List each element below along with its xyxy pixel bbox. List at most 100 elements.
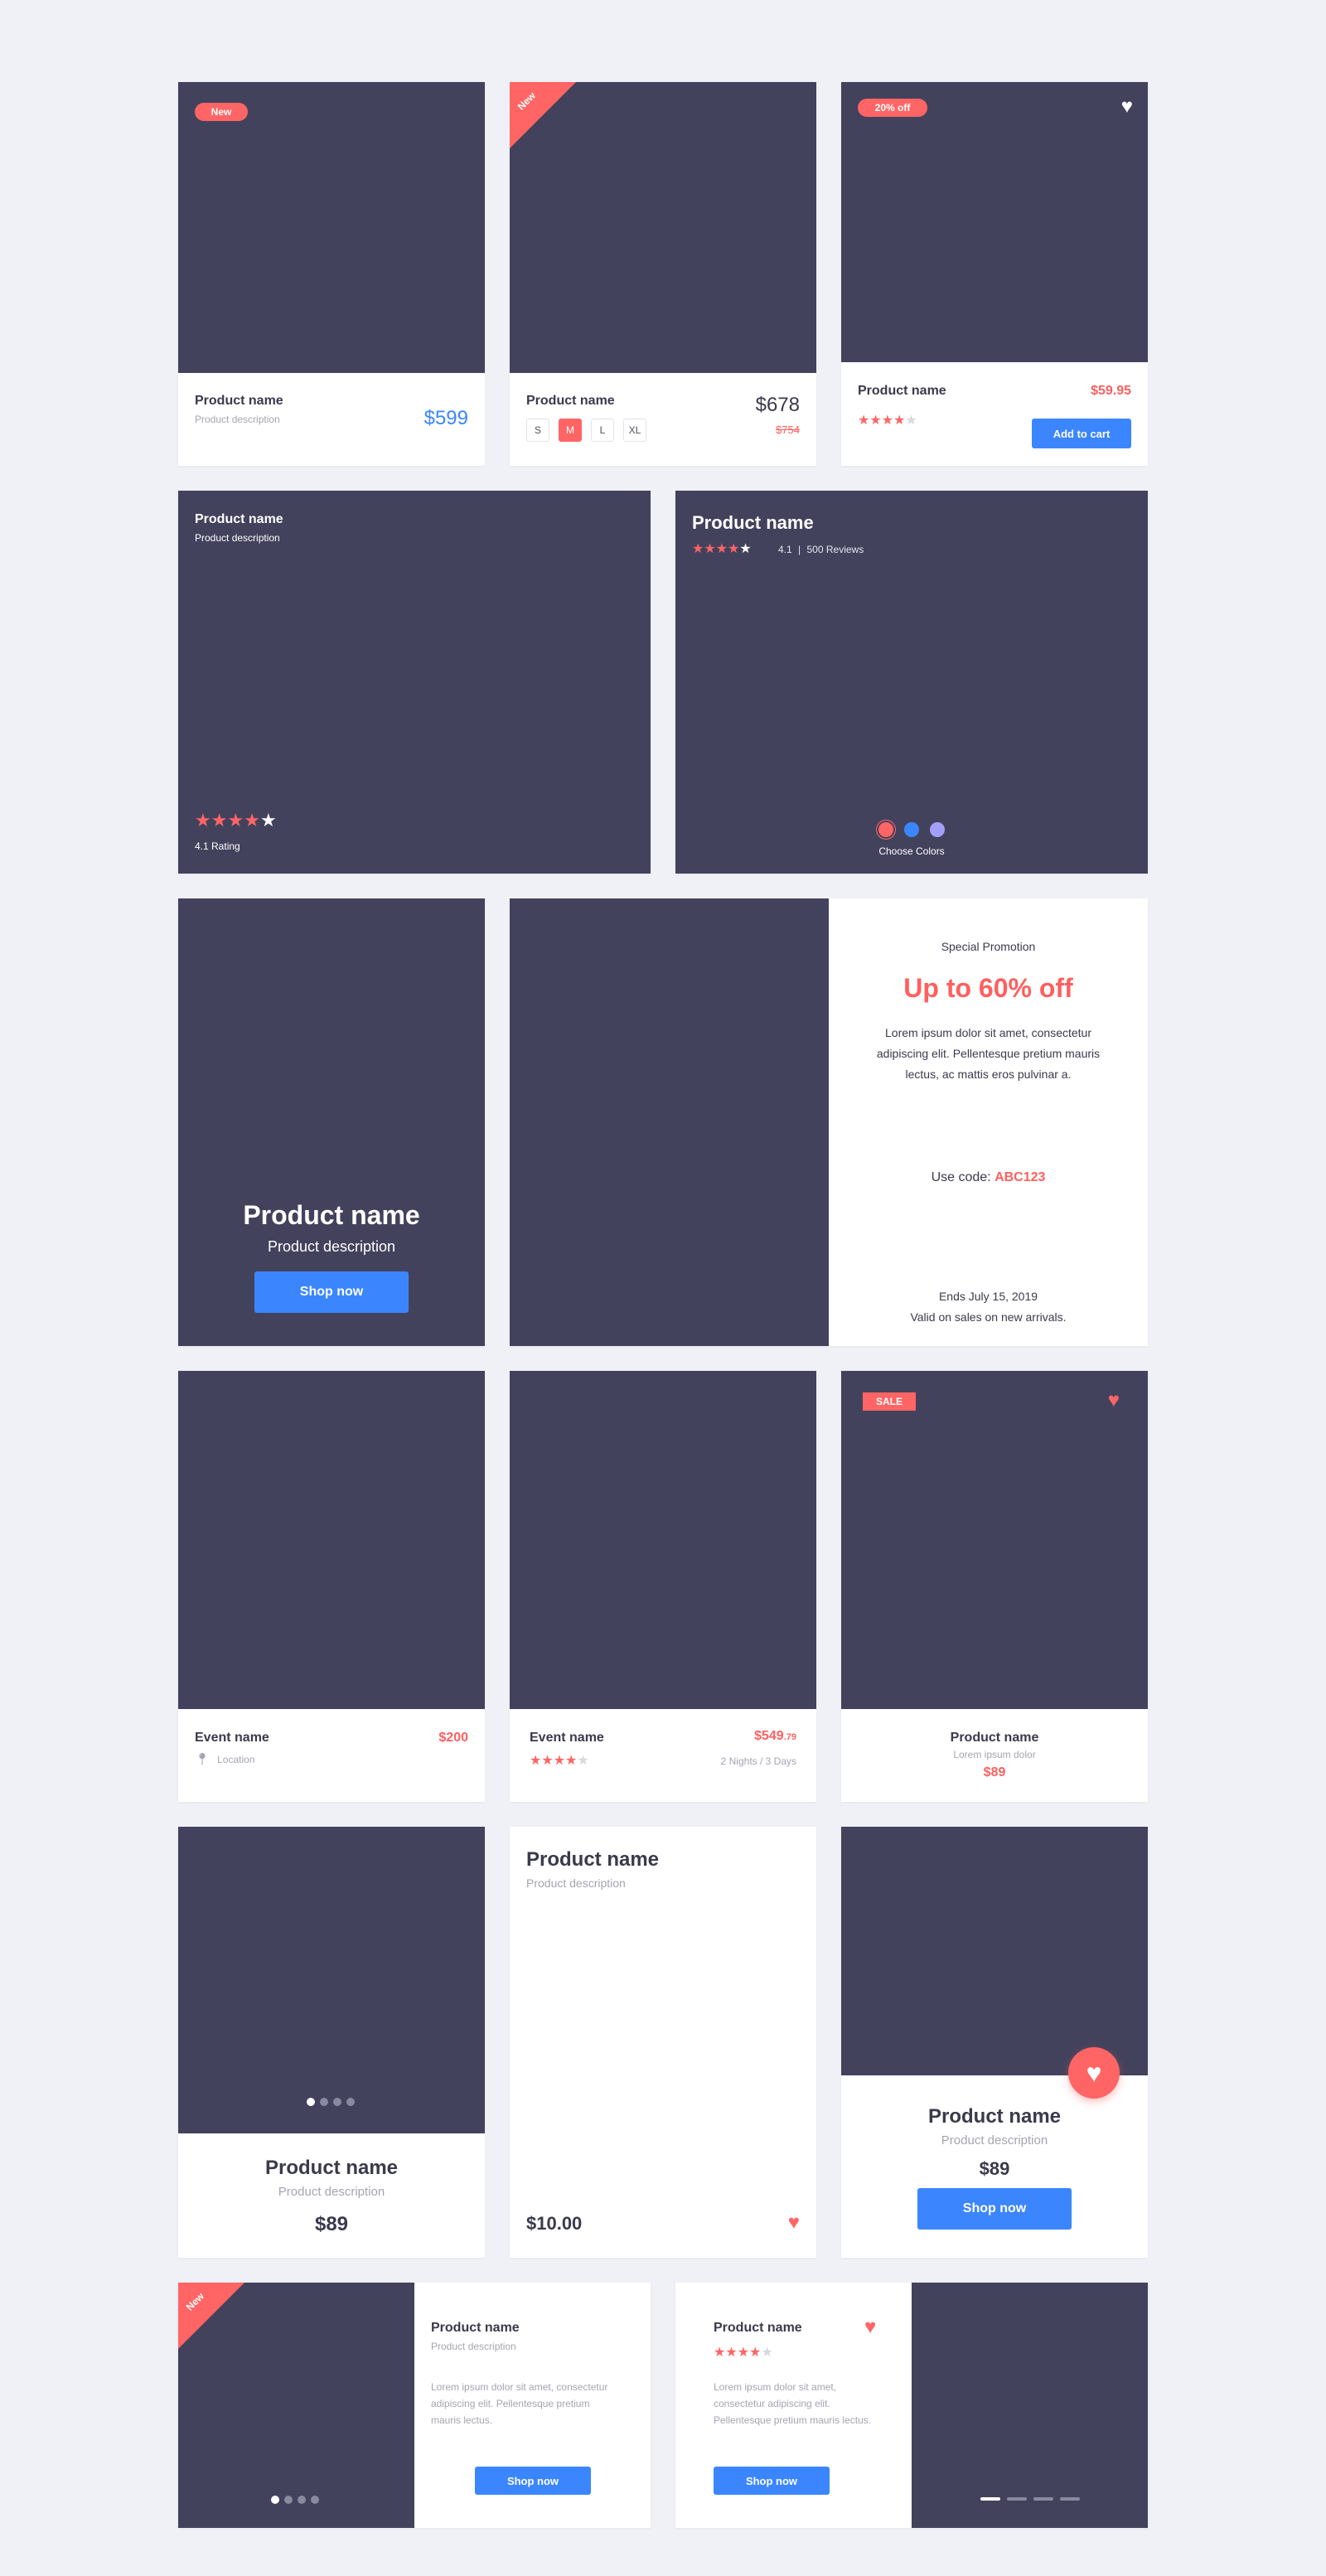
shop-now-button[interactable]: Shop now — [917, 2188, 1072, 2230]
star-rating: ★★★★★ — [692, 542, 752, 557]
star-icon: ★ — [728, 542, 740, 556]
product-name: Product name — [927, 2105, 1062, 2128]
product-card-sizes[interactable]: New Product name $678 $754 S M L XL — [510, 82, 816, 466]
choose-colors-label: Choose Colors — [878, 845, 945, 857]
product-card-cart[interactable]: 20% off ♥ Product name $59.95 ★★★★★ Add … — [841, 82, 1148, 466]
product-body: Lorem ipsum dolor sit amet, consectetur … — [714, 2381, 872, 2426]
star-icon: ★ — [725, 2346, 738, 2360]
discount-badge: 20% off — [858, 99, 927, 117]
heart-icon: ♥ — [1086, 2058, 1102, 2088]
event-image — [178, 1371, 485, 1709]
product-card-hero[interactable]: Product name Product description Shop no… — [178, 898, 485, 1346]
sale-badge: SALE — [863, 1392, 916, 1411]
product-image — [841, 1827, 1148, 2075]
star-icon: ★ — [553, 1754, 566, 1768]
star-empty-icon: ★ — [905, 414, 917, 428]
event-card-rating[interactable]: Event name $549.79 ★★★★★ 2 Nights / 3 Da… — [510, 1371, 816, 1802]
product-description: Product description — [267, 1238, 396, 1255]
product-image — [178, 82, 485, 373]
product-card-sale[interactable]: SALE ♥ Product name Lorem ipsum dolor $8… — [841, 1371, 1148, 1802]
promotion-end-date: Ends July 15, 2019 — [938, 1290, 1038, 1303]
star-icon: ★ — [227, 810, 244, 830]
product-price: $89 — [979, 2158, 1010, 2179]
heart-icon[interactable]: ♥ — [1108, 1391, 1120, 1411]
carousel-indicator[interactable] — [980, 2497, 1000, 2501]
product-card-carousel[interactable]: Product name Product description $89 — [178, 1827, 485, 2258]
product-card-rating-overlay[interactable]: Product name Product description ★★★★★ 4… — [178, 491, 651, 874]
product-card-badge[interactable]: New Product name Product description $59… — [178, 82, 485, 466]
product-image — [841, 82, 1148, 362]
promotion-image — [510, 898, 829, 1346]
product-old-price: $754 — [776, 424, 800, 436]
product-price: $10.00 — [526, 2213, 583, 2234]
carousel-dot[interactable] — [271, 2496, 279, 2504]
star-empty-icon: ★ — [577, 1754, 589, 1768]
heart-icon[interactable]: ♥ — [1121, 97, 1133, 117]
carousel-dot[interactable] — [284, 2496, 293, 2504]
promotion-content: Special Promotion Up to 60% off Lorem ip… — [829, 898, 1148, 1346]
horizontal-card-left[interactable]: New Product name Product description Lor… — [178, 2283, 651, 2528]
event-price-main: $549 — [754, 1729, 784, 1743]
size-option-xl[interactable]: XL — [623, 419, 646, 442]
event-price-cents: .79 — [783, 1732, 796, 1742]
rating-summary: 4.1 | 500 Reviews — [778, 544, 864, 555]
add-to-cart-button[interactable]: Add to cart — [1032, 419, 1131, 448]
event-card-location[interactable]: Event name $200 📍︎ Location — [178, 1371, 485, 1802]
event-image — [510, 1371, 816, 1709]
star-icon: ★ — [244, 810, 260, 830]
size-option-s[interactable]: S — [526, 419, 549, 442]
size-option-l[interactable]: L — [591, 419, 614, 442]
carousel-dot[interactable] — [320, 2098, 328, 2106]
rating-label: 4.1 Rating — [195, 840, 240, 852]
product-name: Product name — [692, 512, 814, 533]
product-image — [912, 2283, 1148, 2528]
product-description: Product description — [941, 2133, 1048, 2147]
carousel-dot[interactable] — [311, 2496, 319, 2504]
product-price: $599 — [423, 407, 468, 429]
carousel-indicator[interactable] — [1033, 2497, 1053, 2501]
event-duration: 2 Nights / 3 Days — [720, 1755, 796, 1767]
star-icon: ★ — [211, 810, 228, 830]
promotion-terms: Valid on sales on new arrivals. — [910, 1310, 1067, 1324]
product-name: Product name — [195, 394, 283, 408]
star-icon: ★ — [715, 542, 728, 556]
horizontal-card-right[interactable]: Product name ♥ ★★★★★ Lorem ipsum dolor s… — [675, 2283, 1148, 2528]
carousel-dot[interactable] — [298, 2496, 306, 2504]
heart-icon[interactable]: ♥ — [788, 2213, 800, 2233]
favorite-button[interactable]: ♥ — [1068, 2047, 1120, 2099]
product-name: Product name — [950, 1731, 1039, 1745]
promo-code: ABC123 — [994, 1170, 1046, 1184]
color-swatch-purple[interactable] — [930, 822, 945, 837]
shop-now-button[interactable]: Shop now — [475, 2467, 591, 2495]
heart-icon[interactable]: ♥ — [864, 2317, 876, 2337]
product-card-colors[interactable]: Product name ★★★★★ 4.1 | 500 Reviews Cho… — [675, 491, 1148, 874]
promotion-headline: Up to 60% off — [903, 973, 1073, 1003]
star-icon: ★ — [541, 1754, 554, 1768]
event-name: Event name — [530, 1731, 604, 1745]
color-swatch-red[interactable] — [878, 822, 893, 837]
shop-now-button[interactable]: Shop now — [714, 2467, 830, 2495]
carousel-dot[interactable] — [333, 2098, 341, 2106]
product-card-text[interactable]: Product name Product description $10.00 … — [510, 1827, 816, 2258]
carousel-indicator[interactable] — [1060, 2497, 1080, 2501]
carousel-dot[interactable] — [346, 2098, 355, 2106]
shop-now-button[interactable]: Shop now — [254, 1271, 409, 1313]
product-card-favorite[interactable]: ♥ Product name Product description $89 S… — [841, 1827, 1148, 2258]
event-price: $200 — [438, 1731, 468, 1745]
star-icon: ★ — [565, 1754, 578, 1768]
product-name: Product name — [264, 2157, 399, 2179]
star-rating: ★★★★★ — [530, 1754, 589, 1769]
new-badge: New — [195, 103, 248, 121]
size-option-m[interactable]: M — [559, 419, 582, 442]
carousel-indicator[interactable] — [1007, 2497, 1027, 2501]
star-icon: ★ — [195, 810, 211, 830]
product-description: Product description — [195, 532, 280, 544]
star-icon: ★ — [530, 1754, 542, 1768]
event-name: Event name — [195, 1731, 269, 1745]
product-description: Product description — [431, 2341, 516, 2352]
promotion-card: Special Promotion Up to 60% off Lorem ip… — [510, 898, 1148, 1346]
carousel-dot[interactable] — [307, 2098, 315, 2106]
product-name: Product name — [243, 1200, 420, 1230]
star-rating: ★★★★★ — [858, 414, 917, 429]
color-swatch-blue[interactable] — [904, 822, 919, 837]
